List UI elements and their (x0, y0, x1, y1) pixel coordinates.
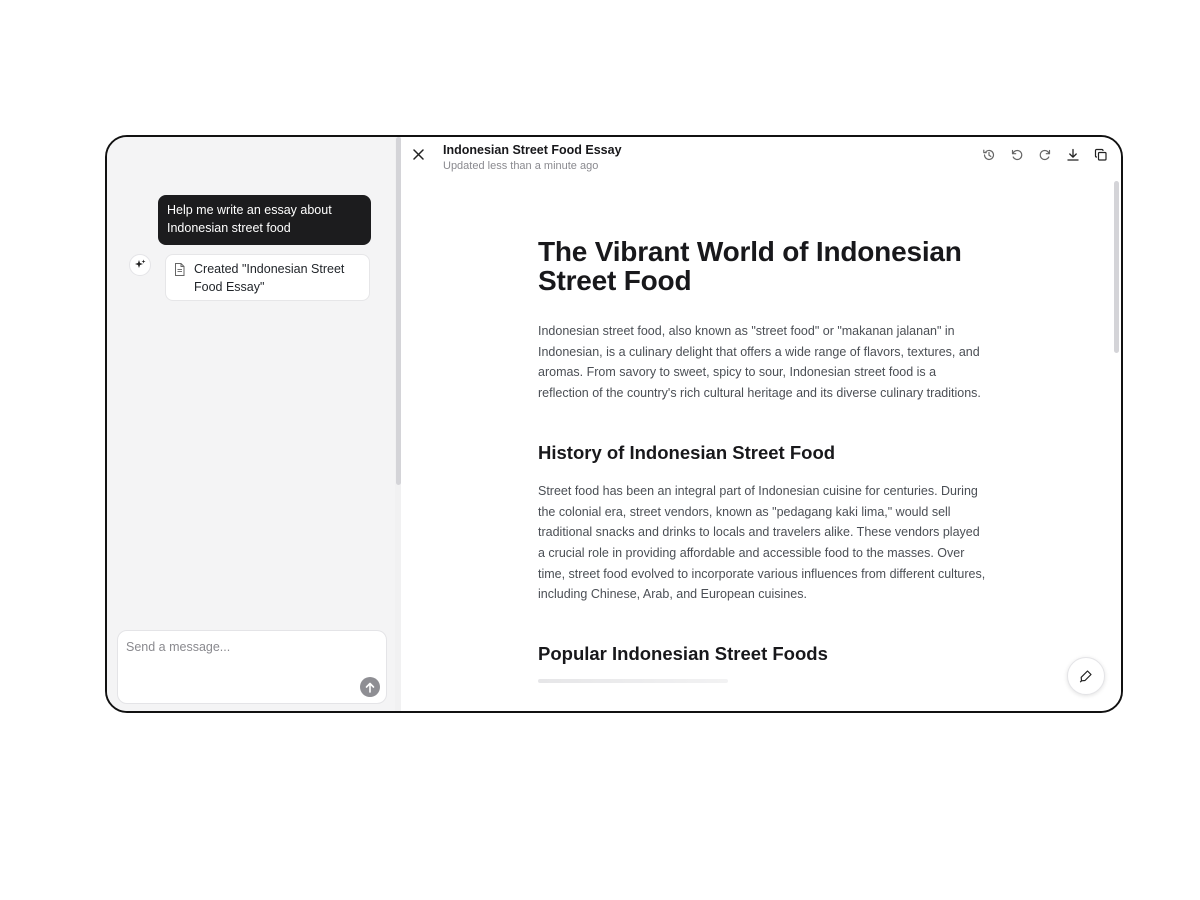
artifact-card-label: Created "Indonesian Street Food Essay" (194, 262, 345, 294)
user-message: Help me write an essay about Indonesian … (158, 195, 371, 245)
faded-text-line (538, 679, 728, 684)
app-window: Help me write an essay about Indonesian … (105, 135, 1123, 713)
copy-button[interactable] (1089, 143, 1113, 167)
message-composer (117, 630, 387, 704)
intro-paragraph: Indonesian street food, also known as "s… (538, 324, 981, 401)
document-title: Indonesian Street Food Essay (443, 143, 622, 157)
document-scrollbar-thumb[interactable] (1114, 181, 1119, 353)
pen-icon (1079, 670, 1092, 683)
undo-button[interactable] (1005, 143, 1029, 167)
arrow-up-icon (365, 682, 375, 693)
section-heading-history: History of Indonesian Street Food (538, 441, 836, 463)
chat-panel: Help me write an essay about Indonesian … (107, 137, 395, 711)
redo-button[interactable] (1033, 143, 1057, 167)
document-body: The Vibrant World of Indonesian Street F… (538, 236, 988, 684)
document-icon (174, 263, 185, 282)
close-icon (412, 148, 424, 160)
copy-icon (1094, 148, 1107, 161)
document-updated-time: Updated less than a minute ago (443, 160, 599, 172)
send-button[interactable] (360, 677, 380, 697)
document-toolbar (977, 143, 1113, 167)
download-icon (1067, 148, 1079, 161)
artifact-card[interactable]: Created "Indonesian Street Food Essay" (165, 254, 370, 301)
document-heading: The Vibrant World of Indonesian Street F… (538, 236, 962, 296)
section-heading-popular-foods: Popular Indonesian Street Foods (538, 643, 828, 665)
undo-icon (1011, 149, 1023, 161)
redo-icon (1039, 149, 1051, 161)
history-button[interactable] (977, 143, 1001, 167)
edit-button[interactable] (1067, 657, 1105, 695)
history-icon (983, 149, 995, 161)
message-input[interactable] (126, 637, 356, 657)
document-panel: Indonesian Street Food Essay Updated les… (401, 137, 1121, 711)
download-button[interactable] (1061, 143, 1085, 167)
document-header: Indonesian Street Food Essay Updated les… (401, 137, 1121, 179)
close-button[interactable] (405, 141, 431, 167)
sparkle-icon (129, 254, 151, 276)
history-paragraph: Street food has been an integral part of… (538, 483, 986, 602)
